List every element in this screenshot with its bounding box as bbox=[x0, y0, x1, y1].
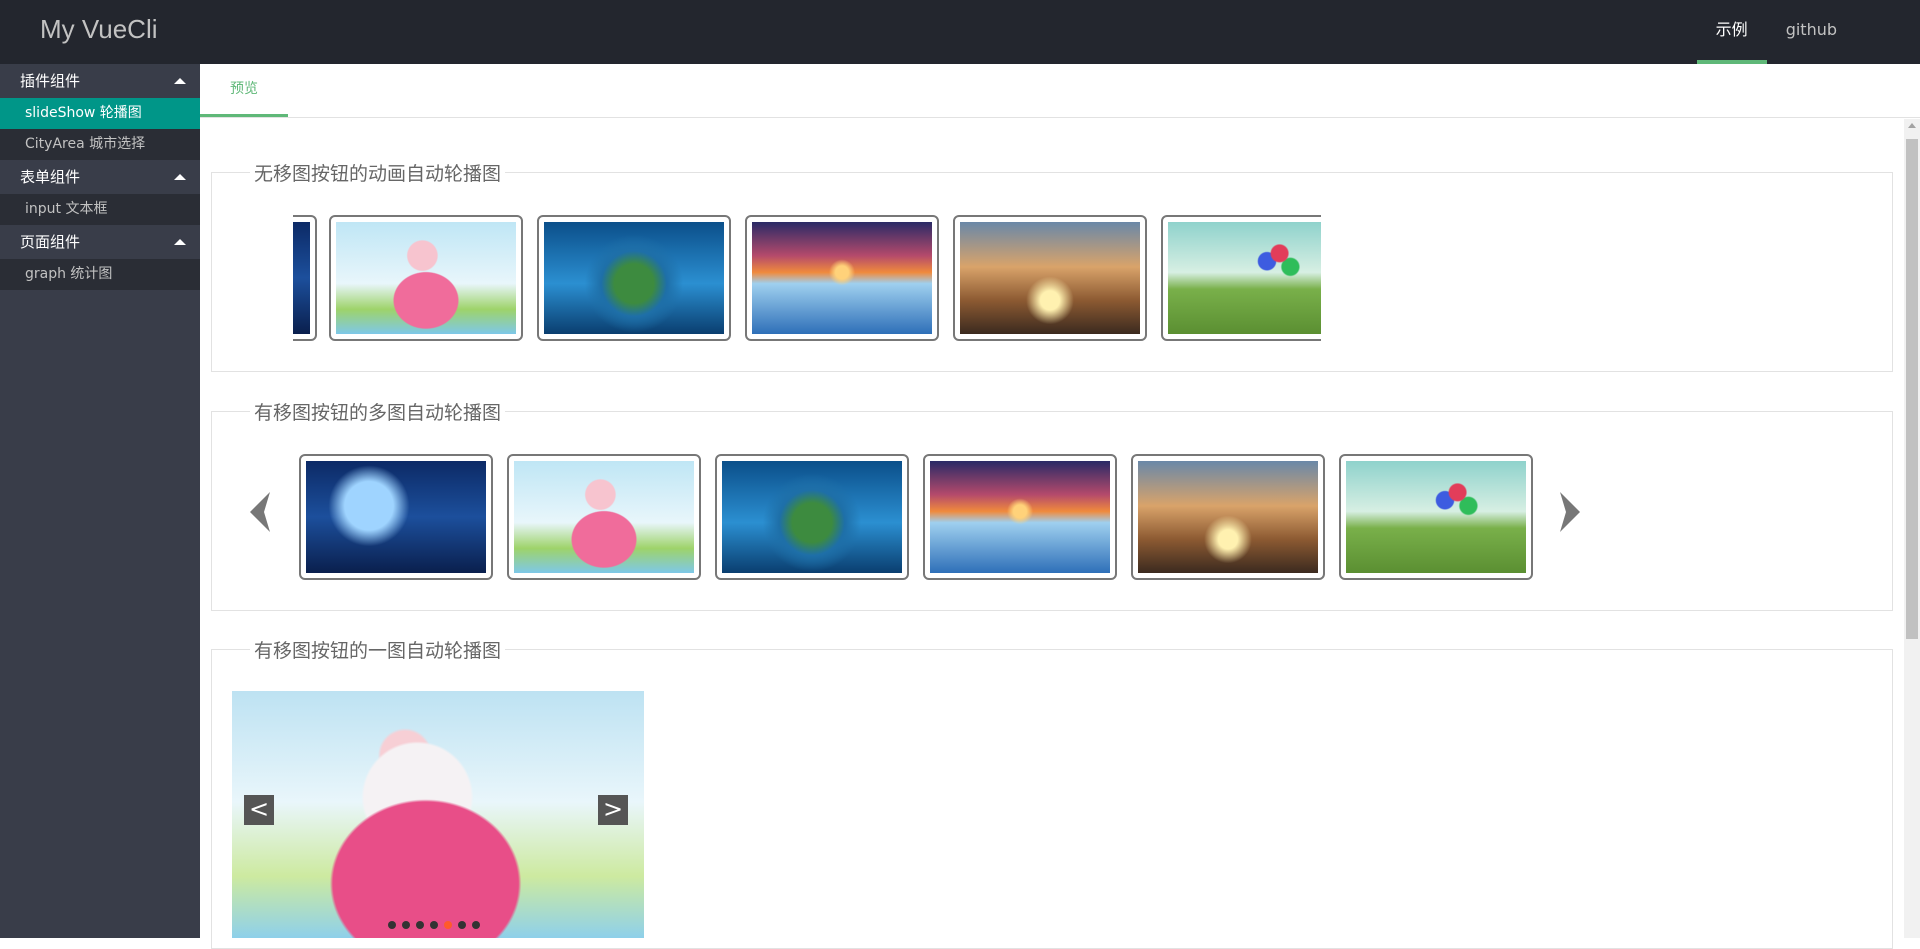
cartoon-couple-image bbox=[336, 222, 516, 334]
sidebar-group-label: 插件组件 bbox=[20, 72, 81, 90]
sidebar-group-forms[interactable]: 表单组件 bbox=[0, 160, 200, 194]
carousel-slide[interactable] bbox=[745, 215, 939, 341]
tab-bar: 预览 bbox=[200, 64, 1920, 118]
night-sky-image bbox=[293, 222, 310, 334]
tab-preview[interactable]: 预览 bbox=[200, 64, 288, 117]
ocean-sunset-image bbox=[930, 461, 1110, 573]
pagination-dot[interactable] bbox=[388, 921, 396, 929]
balloons-field-image bbox=[1346, 461, 1526, 573]
sidebar-item-slideshow[interactable]: slideShow 轮播图 bbox=[0, 98, 200, 129]
balloons-field-image bbox=[1168, 222, 1321, 334]
sidebar-group-label: 表单组件 bbox=[20, 168, 81, 186]
chevron-left-icon[interactable] bbox=[250, 492, 272, 532]
carousel-slide[interactable] bbox=[1161, 215, 1321, 341]
pagination-dot[interactable] bbox=[472, 921, 480, 929]
caret-up-icon bbox=[174, 174, 186, 180]
carousel-slide[interactable] bbox=[537, 215, 731, 341]
top-nav: 示例 github bbox=[1696, 0, 1920, 64]
sidebar-group-label: 页面组件 bbox=[20, 233, 81, 251]
slideshow-section-animated: 无移图按钮的动画自动轮播图 bbox=[211, 159, 1893, 372]
pagination-dot[interactable] bbox=[416, 921, 424, 929]
pagination-dot[interactable] bbox=[402, 921, 410, 929]
carousel-slide[interactable] bbox=[953, 215, 1147, 341]
single-slide-image[interactable]: < > bbox=[232, 691, 644, 938]
section-title: 有移图按钮的多图自动轮播图 bbox=[250, 398, 506, 425]
carousel-slide[interactable] bbox=[329, 215, 523, 341]
nav-example[interactable]: 示例 bbox=[1696, 0, 1767, 64]
pagination-dot[interactable] bbox=[430, 921, 438, 929]
caret-up-icon bbox=[174, 239, 186, 245]
carousel-track bbox=[293, 215, 1321, 341]
pagination-dots bbox=[388, 921, 486, 929]
carousel-slide[interactable] bbox=[1339, 454, 1533, 580]
pagination-dot[interactable] bbox=[458, 921, 466, 929]
carousel-slide[interactable] bbox=[299, 454, 493, 580]
section-title: 无移图按钮的动画自动轮播图 bbox=[250, 159, 506, 186]
cartoon-couple-image bbox=[514, 461, 694, 573]
pagination-dot-active[interactable] bbox=[444, 921, 452, 929]
carousel-slide[interactable] bbox=[293, 215, 317, 341]
next-button[interactable]: > bbox=[598, 795, 628, 825]
sidebar-item-graph[interactable]: graph 统计图 bbox=[0, 259, 200, 290]
sidebar-group-plugins[interactable]: 插件组件 bbox=[0, 64, 200, 98]
nav-github[interactable]: github bbox=[1767, 0, 1856, 64]
carousel-slide[interactable] bbox=[1131, 454, 1325, 580]
night-sky-image bbox=[306, 461, 486, 573]
carousel-slide[interactable] bbox=[715, 454, 909, 580]
prev-button[interactable]: < bbox=[244, 795, 274, 825]
sidebar-item-input[interactable]: input 文本框 bbox=[0, 194, 200, 225]
chevron-right-icon[interactable] bbox=[1558, 492, 1580, 532]
scrollbar[interactable] bbox=[1904, 119, 1920, 938]
ocean-sunset-image bbox=[752, 222, 932, 334]
dolphin-sunset-image bbox=[1138, 461, 1318, 573]
sidebar-group-pages[interactable]: 页面组件 bbox=[0, 225, 200, 259]
scroll-up-arrow-icon[interactable] bbox=[1908, 123, 1916, 128]
carousel-slide[interactable] bbox=[923, 454, 1117, 580]
earth-island-image bbox=[544, 222, 724, 334]
earth-island-image bbox=[722, 461, 902, 573]
section-title: 有移图按钮的一图自动轮播图 bbox=[250, 636, 506, 663]
scroll-thumb[interactable] bbox=[1906, 139, 1918, 639]
carousel-slide[interactable] bbox=[507, 454, 701, 580]
brand-logo[interactable]: My VueCli bbox=[40, 14, 158, 45]
sidebar-item-cityarea[interactable]: CityArea 城市选择 bbox=[0, 129, 200, 160]
slideshow-section-multi: 有移图按钮的多图自动轮播图 bbox=[211, 398, 1893, 611]
dolphin-sunset-image bbox=[960, 222, 1140, 334]
sidebar: 插件组件 slideShow 轮播图 CityArea 城市选择 表单组件 in… bbox=[0, 64, 200, 938]
top-bar: My VueCli 示例 github bbox=[0, 0, 1920, 64]
caret-up-icon bbox=[174, 78, 186, 84]
